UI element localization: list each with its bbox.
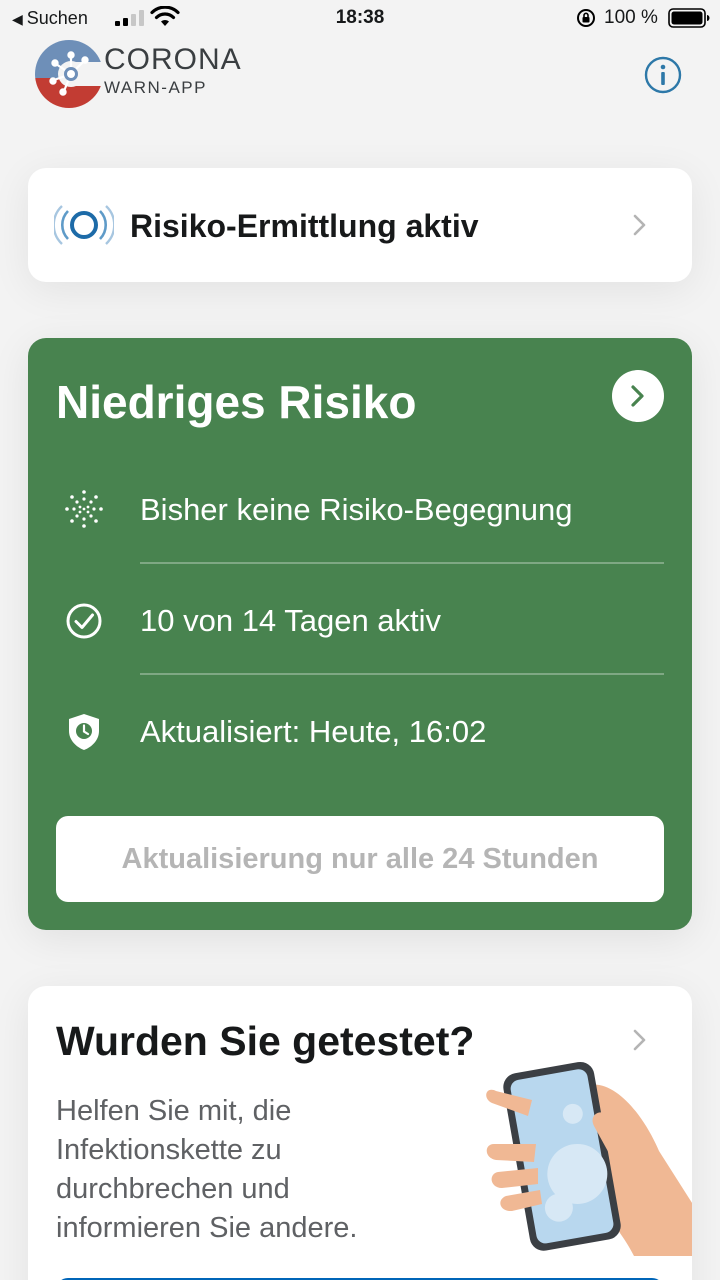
test-card-description: Helfen Sie mit, die Infektionskette zu d… xyxy=(56,1095,358,1244)
check-circle-icon xyxy=(66,603,102,639)
app-subtitle: WARN-APP xyxy=(104,78,207,97)
risk-tracing-label: Risiko-Ermittlung aktiv xyxy=(130,208,479,244)
encounter-status-text: Bisher keine Risiko-Begegnung xyxy=(140,492,573,527)
chevron-right-icon xyxy=(633,214,646,236)
divider xyxy=(140,673,664,675)
app-name: CORONA xyxy=(104,43,242,76)
virus-dots-icon xyxy=(65,490,103,528)
risk-level-title: Niedriges Risiko xyxy=(56,376,417,428)
risk-details-button[interactable] xyxy=(612,370,664,422)
corona-warn-app-logo-icon xyxy=(35,40,104,108)
battery-percent: 100 % xyxy=(604,7,658,28)
chevron-right-icon xyxy=(631,385,644,407)
last-update-text: Aktualisiert: Heute, 16:02 xyxy=(140,714,487,749)
shield-clock-icon xyxy=(69,714,99,750)
tracing-waves-icon xyxy=(54,205,114,245)
update-button[interactable]: Aktualisierung nur alle 24 Stunden xyxy=(56,816,664,902)
divider xyxy=(140,562,664,564)
test-card-title: Wurden Sie getestet? xyxy=(56,1018,475,1064)
hand-holding-phone-illustration xyxy=(486,1061,692,1256)
battery-icon xyxy=(668,8,710,28)
info-icon[interactable] xyxy=(644,56,682,94)
active-days-text: 10 von 14 Tagen aktiv xyxy=(140,603,442,638)
status-bar: ◀ Suchen 18:38 100 % xyxy=(0,0,720,36)
chevron-right-icon xyxy=(633,1029,646,1051)
risk-tracing-card[interactable]: Risiko-Ermittlung aktiv xyxy=(28,168,692,282)
orientation-lock-icon xyxy=(577,9,595,27)
test-registration-card[interactable]: Wurden Sie getestet? Helfen Sie mit, die… xyxy=(28,986,692,1280)
risk-status-card[interactable]: Niedriges Risiko Bisher keine Risiko-Beg… xyxy=(28,338,692,930)
